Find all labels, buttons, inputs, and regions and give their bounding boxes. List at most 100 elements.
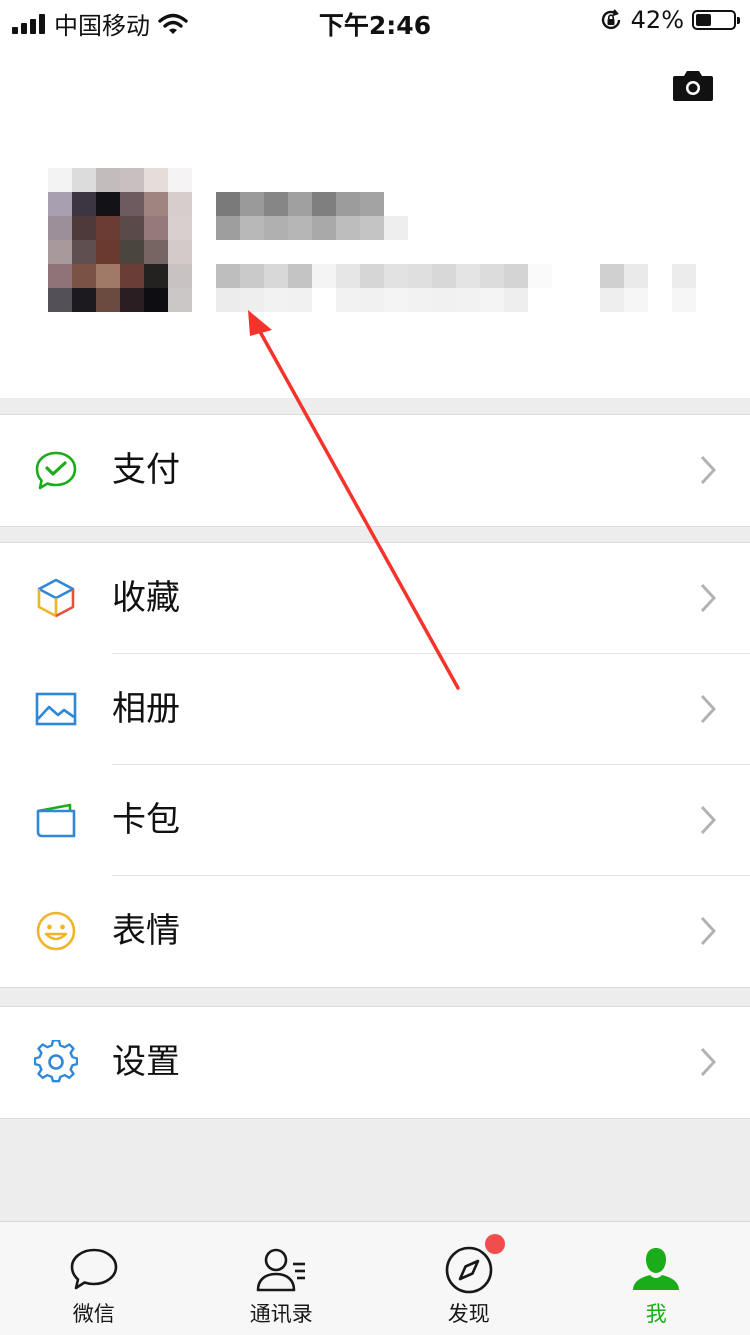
mosaic-block — [264, 264, 288, 288]
menu-item-cards[interactable]: 卡包 — [0, 765, 750, 876]
avatar-pixel — [48, 192, 72, 216]
avatar-pixel — [72, 216, 96, 240]
rotation-lock-icon — [599, 8, 623, 32]
avatar-pixel — [144, 264, 168, 288]
features-group: 收藏 相册 卡包 表情 — [0, 542, 750, 988]
status-right: 42% — [599, 6, 736, 34]
avatar-pixel — [120, 168, 144, 192]
mosaic-block — [648, 288, 672, 312]
mosaic-block — [312, 288, 336, 312]
avatar-pixel — [120, 288, 144, 312]
chevron-right-icon — [700, 1047, 716, 1077]
tab-label-contacts: 通讯录 — [188, 1298, 376, 1328]
avatar-pixel — [72, 240, 96, 264]
mosaic-block — [312, 264, 336, 288]
status-bar: 中国移动 下午2:46 42% — [0, 0, 750, 42]
gear-icon — [34, 1040, 78, 1084]
mosaic-block — [600, 288, 624, 312]
avatar-pixel — [168, 264, 192, 288]
battery-icon — [692, 10, 736, 30]
mosaic-block — [264, 192, 288, 216]
camera-icon[interactable] — [672, 68, 714, 102]
tab-label-discover: 发现 — [375, 1298, 563, 1328]
mosaic-block — [360, 288, 384, 312]
menu-label-favorites: 收藏 — [112, 575, 180, 621]
mosaic-block — [408, 264, 432, 288]
menu-label-album: 相册 — [112, 686, 180, 732]
chevron-right-icon — [700, 805, 716, 835]
avatar-pixel — [144, 168, 168, 192]
mosaic-block — [576, 264, 600, 288]
mosaic-block — [288, 216, 312, 240]
avatar-pixel — [96, 264, 120, 288]
tab-discover[interactable]: 发现 — [375, 1222, 563, 1335]
avatar-pixel — [168, 240, 192, 264]
mosaic-block — [624, 264, 648, 288]
menu-label-pay: 支付 — [112, 447, 180, 493]
menu-item-stickers[interactable]: 表情 — [0, 876, 750, 987]
avatar-pixel — [96, 288, 120, 312]
mosaic-block — [216, 216, 240, 240]
mosaic-block — [360, 216, 384, 240]
avatar-pixel — [168, 216, 192, 240]
tab-contacts[interactable]: 通讯录 — [188, 1222, 376, 1335]
mosaic-block — [288, 264, 312, 288]
mosaic-block — [384, 192, 408, 216]
avatar-pixel — [72, 264, 96, 288]
avatar-pixel — [96, 168, 120, 192]
mosaic-block — [480, 264, 504, 288]
avatar-pixel — [48, 264, 72, 288]
mosaic-block — [360, 264, 384, 288]
avatar-pixel — [144, 192, 168, 216]
avatar-pixel — [48, 168, 72, 192]
mosaic-block — [384, 216, 408, 240]
chevron-right-icon — [700, 916, 716, 946]
mosaic-block — [408, 288, 432, 312]
profile-header[interactable] — [0, 42, 750, 398]
avatar-pixel — [120, 192, 144, 216]
mosaic-block — [216, 192, 240, 216]
mosaic-block — [456, 264, 480, 288]
tab-bar: 微信 通讯录 发现 我 — [0, 1221, 750, 1335]
stickers-icon — [34, 909, 78, 953]
avatar-pixel — [72, 288, 96, 312]
nickname-blurred — [216, 192, 408, 216]
menu-item-favorites[interactable]: 收藏 — [0, 543, 750, 654]
avatar-pixel — [120, 240, 144, 264]
tab-chats[interactable]: 微信 — [0, 1222, 188, 1335]
avatar-pixel — [168, 168, 192, 192]
mosaic-block — [504, 264, 528, 288]
notification-badge — [485, 1234, 505, 1254]
chat-bubble-icon — [68, 1244, 120, 1296]
mosaic-block — [552, 288, 576, 312]
compass-icon — [443, 1244, 495, 1296]
mosaic-block — [264, 216, 288, 240]
avatar-pixel — [48, 288, 72, 312]
menu-label-settings: 设置 — [112, 1039, 180, 1085]
tab-label-me: 我 — [563, 1298, 750, 1328]
menu-item-settings[interactable]: 设置 — [0, 1007, 750, 1118]
mosaic-block — [528, 288, 552, 312]
mosaic-block — [384, 264, 408, 288]
tab-me[interactable]: 我 — [563, 1222, 750, 1335]
menu-item-pay[interactable]: 支付 — [0, 415, 750, 526]
mosaic-block — [384, 288, 408, 312]
mosaic-block — [504, 288, 528, 312]
mosaic-block — [552, 264, 576, 288]
avatar-pixel — [96, 216, 120, 240]
menu-label-cards: 卡包 — [112, 797, 180, 843]
contacts-icon — [255, 1244, 307, 1296]
nickname-blurred-lower — [216, 216, 408, 240]
avatar[interactable] — [48, 168, 192, 312]
chevron-right-icon — [700, 455, 716, 485]
menu-item-album[interactable]: 相册 — [0, 654, 750, 765]
pay-group: 支付 — [0, 414, 750, 527]
avatar-pixel — [96, 240, 120, 264]
mosaic-block — [336, 264, 360, 288]
mosaic-block — [432, 288, 456, 312]
chevron-right-icon — [700, 694, 716, 724]
favorites-icon — [34, 576, 78, 620]
avatar-pixel — [96, 192, 120, 216]
menu-label-stickers: 表情 — [112, 908, 180, 954]
mosaic-block — [312, 216, 336, 240]
